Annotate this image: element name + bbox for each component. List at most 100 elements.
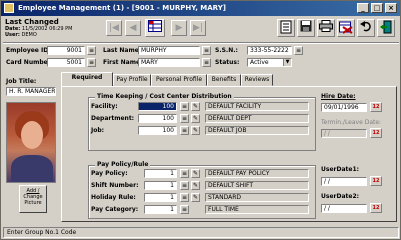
ssn-field[interactable]: 333-55-2222 [247,46,292,55]
card-number-label: Card Number: [6,59,54,66]
department-description: DEFAULT DEPT [205,114,309,123]
pay-category-field[interactable]: 1 [144,205,177,214]
calendar-icon[interactable]: 12 [370,176,382,186]
first-record-button[interactable]: |◀ [106,20,122,36]
lookup-icon[interactable]: ≡ [87,46,96,55]
lookup-icon[interactable]: ≡ [180,169,189,178]
edit-icon[interactable]: ✎ [191,181,200,190]
lookup-icon[interactable]: ≡ [202,58,211,67]
previous-record-button[interactable]: ◀ [125,20,141,36]
termination-date-field[interactable]: / / [321,129,367,138]
exit-door-icon [380,20,392,34]
shift-number-label: Shift Number: [91,182,139,189]
tab-pay-profile[interactable]: Pay Profile [113,74,151,86]
calendar-icon[interactable]: 12 [370,102,382,112]
last-record-button[interactable]: ▶| [190,20,206,36]
window-title: Employee Management (1) - [9001 - MURPHY… [18,4,226,12]
photo-face [21,121,43,149]
close-button[interactable]: × [385,3,397,13]
department-label: Department: [91,115,135,122]
pay-policy-label: Pay Policy: [91,170,128,177]
lookup-icon[interactable]: ≡ [180,126,189,135]
add-change-picture-button[interactable]: Add / Change Picture [19,185,47,213]
first-name-field[interactable]: MARY [138,58,200,67]
last-name-label: Last Name: [103,47,142,54]
userdate2-label: UserDate2: [321,193,360,200]
tab-personal-profile[interactable]: Personal Profile [151,74,207,86]
employee-id-label: Employee ID: [6,47,51,54]
lookup-icon[interactable]: ≡ [202,46,211,55]
hire-date-label: Hire Date: [321,93,356,100]
calendar-icon[interactable]: 12 [370,128,382,138]
employee-id-field[interactable]: 9001 [47,46,85,55]
first-name-label: First Name: [103,59,143,66]
new-record-button[interactable] [277,19,295,37]
edit-icon[interactable]: ✎ [191,169,200,178]
termination-date-label: Termin./Leave Date: [321,119,382,126]
userdate1-field[interactable]: / / [321,177,367,186]
facility-description: DEFAULT FACILITY [205,102,309,111]
lookup-icon[interactable]: ≡ [180,181,189,190]
last-name-field[interactable]: MURPHY [138,46,200,55]
hire-date-field[interactable]: 09/01/1996 [321,103,367,112]
lookup-icon[interactable]: ≡ [180,205,189,214]
title-bar[interactable]: Employee Management (1) - [9001 - MURPHY… [1,1,400,16]
maximize-button[interactable]: □ [371,3,383,13]
shift-description: DEFAULT SHIFT [205,181,309,190]
app-icon [4,3,14,13]
next-record-button[interactable]: ▶ [171,20,187,36]
delete-table-icon [339,21,353,34]
save-button[interactable] [297,19,315,37]
pay-policy-description: DEFAULT PAY POLICY [205,169,309,178]
tab-required[interactable]: Required [61,72,113,86]
job-title-field[interactable]: H. R. MANAGER [6,87,56,96]
lookup-icon[interactable]: ≡ [180,102,189,111]
undo-arrow-icon [360,21,371,32]
tab-benefits[interactable]: Benefits [207,74,241,86]
undo-button[interactable] [357,19,375,37]
job-description: DEFAULT JOB [205,126,309,135]
photo-body [11,155,53,182]
department-code-field[interactable]: 100 [138,114,177,123]
add-picture-line3: Picture [24,200,42,206]
status-select[interactable]: Active ▼ [247,58,292,67]
userdate2-field[interactable]: / / [321,204,367,213]
pay-category-description: FULL TIME [205,205,309,214]
edit-icon[interactable]: ✎ [191,193,200,202]
save-disk-icon [300,20,312,32]
minimize-button[interactable]: _ [357,3,369,13]
lookup-icon[interactable]: ≡ [180,193,189,202]
facility-code-field[interactable]: 100 [138,102,177,111]
chevron-down-icon[interactable]: ▼ [283,59,291,66]
new-document-icon [280,20,292,34]
status-value: Active [250,59,269,66]
edit-icon[interactable]: ✎ [191,114,200,123]
pay-policy-field[interactable]: 1 [144,169,177,178]
holiday-rule-field[interactable]: 1 [144,193,177,202]
timekeeping-title: Time Keeping / Cost Center Distribution [95,93,234,100]
exit-button[interactable] [377,19,395,37]
delete-record-button[interactable] [337,19,355,37]
last-changed-heading: Last Changed [5,18,59,26]
lookup-icon[interactable]: ≡ [180,114,189,123]
status-bar: Enter Group No.1 Code [3,227,399,238]
lookup-icon[interactable]: ≡ [294,46,303,55]
ssn-label: S.S.N.: [215,47,238,54]
card-number-field[interactable]: 5001 [47,58,85,67]
userdate1-label: UserDate1: [321,166,360,173]
employee-management-window: Employee Management (1) - [9001 - MURPHY… [0,0,401,240]
paypolicy-title: Pay Policy/Rule [95,161,151,168]
tab-reviews[interactable]: Reviews [241,74,273,86]
facility-label: Facility: [91,103,118,110]
calendar-icon[interactable]: 12 [370,203,382,213]
record-list-button[interactable] [145,19,165,37]
shift-number-field[interactable]: 1 [144,181,177,190]
last-changed-user: User: DEMO [5,32,37,38]
lookup-icon[interactable]: ≡ [87,58,96,67]
header-divider [3,42,399,44]
print-button[interactable] [317,19,335,37]
edit-icon[interactable]: ✎ [191,126,200,135]
edit-icon[interactable]: ✎ [191,102,200,111]
last-changed-info: Last Changed Date: 11/5/2002 06:29 PM Us… [5,18,95,44]
job-code-field[interactable]: 100 [138,126,177,135]
